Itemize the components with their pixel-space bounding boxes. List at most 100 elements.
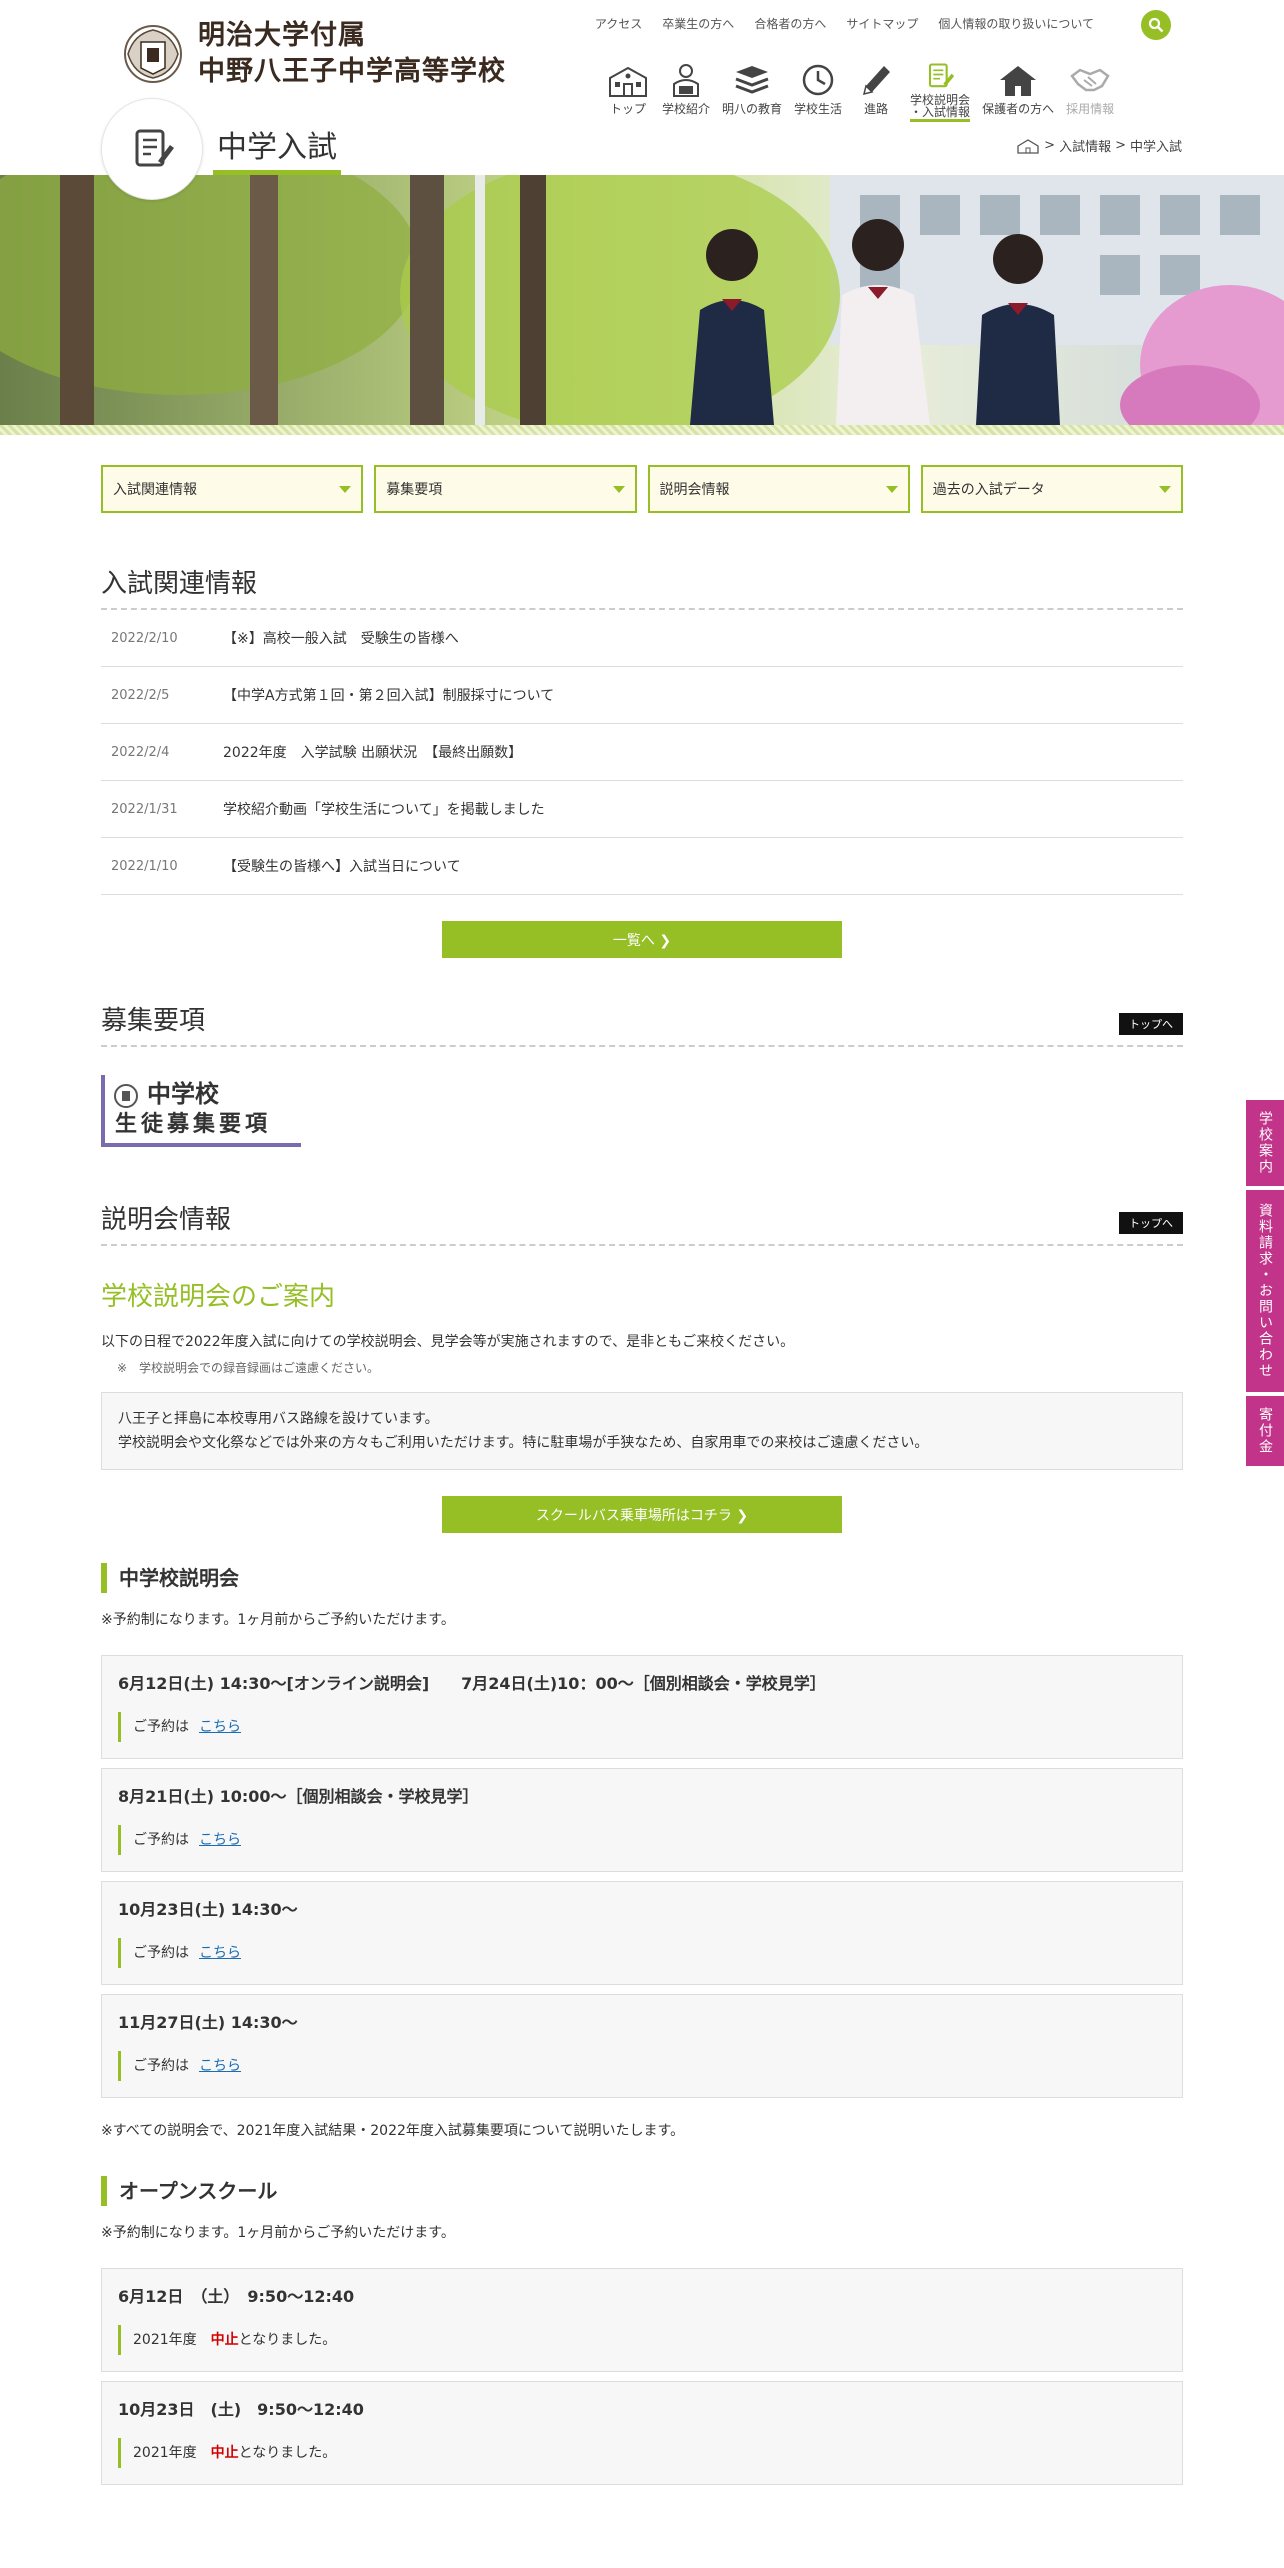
school-bus-button[interactable]: スクールバス乗車場所はコチラ ❯ [442, 1496, 842, 1533]
news-item[interactable]: 2022/2/5 【中学A方式第１回・第２回入試】制服採寸について [101, 667, 1183, 724]
utility-link-admitted[interactable]: 合格者の方へ [754, 14, 826, 34]
status-year: 2021年度 [133, 2445, 197, 2461]
page-title-badge [101, 98, 203, 200]
dropdown-exam-info[interactable]: 入試関連情報 [101, 465, 364, 513]
nav-label-top: トップ [609, 102, 646, 116]
utility-link-sitemap[interactable]: サイトマップ [846, 14, 918, 34]
hero-photo [0, 175, 1284, 425]
section-title: 募集要項 [101, 1006, 206, 1036]
briefing-footnote: ※すべての説明会で、2021年度入試結果・2022年度入試募集要項について説明い… [101, 2123, 685, 2139]
nav-item-recruit[interactable]: 採用情報 [1060, 62, 1120, 118]
status-cancelled: 中止 [210, 2445, 239, 2461]
triangle-down-icon [885, 485, 898, 493]
dropdown-briefing[interactable]: 説明会情報 [647, 465, 910, 513]
banner-line2: 生徒募集要項 [115, 1111, 272, 1137]
dropdown-past-data[interactable]: 過去の入試データ [920, 465, 1183, 513]
nav-label-parents: 保護者の方へ [982, 102, 1055, 116]
dropdown-label: 募集要項 [386, 482, 443, 498]
search-button[interactable] [1141, 10, 1171, 40]
briefing-intro: 以下の日程で2022年度入試に向けての学校説明会、見学会等が実施されますので、是… [101, 1334, 795, 1350]
nav-label-career: 進路 [864, 102, 889, 116]
home-breadcrumb-icon[interactable] [1016, 138, 1040, 154]
breadcrumb-sep: > [1115, 138, 1126, 153]
nav-item-school-life[interactable]: 学校生活 [788, 62, 848, 118]
utility-links: アクセス 卒業生の方へ 合格者の方へ サイトマップ 個人情報の取り扱いについて [595, 14, 1094, 34]
logo-line2: 中野八王子中学高等学校 [198, 56, 506, 87]
handshake-icon [1070, 68, 1110, 92]
back-to-top-button[interactable]: トップへ [1119, 1013, 1183, 1035]
news-item[interactable]: 2022/2/4 2022年度 入学試験 出願状況 【最終出願数】 [101, 724, 1183, 781]
nav-item-education[interactable]: 明八の教育 [716, 62, 788, 118]
event-title: 10月23日 (土) 9:50～12:40 [118, 2400, 364, 2419]
side-tabs: 学校案内 資料請求・お問い合わせ 寄付金 [1246, 1100, 1284, 1466]
utility-link-access[interactable]: アクセス [595, 14, 642, 34]
news-date: 2022/2/10 [111, 630, 178, 646]
breadcrumb-level1[interactable]: 入試情報 [1059, 136, 1111, 155]
breadcrumb: > 入試情報 > 中学入試 [1016, 136, 1182, 155]
utility-link-alumni[interactable]: 卒業生の方へ [662, 14, 734, 34]
briefing-event-card: 6月12日(土) 14:30～[オンライン説明会] 7月24日(土)10：00～… [101, 1655, 1183, 1759]
student-reading-icon [673, 64, 699, 97]
news-title[interactable]: 【受験生の皆様へ】入試当日について [223, 856, 461, 876]
dropdown-label: 入試関連情報 [113, 482, 197, 498]
briefing-subheading: 学校説明会のご案内 [101, 1282, 336, 1312]
books-icon [735, 66, 769, 94]
news-item[interactable]: 2022/2/10 【※】高校一般入試 受験生の皆様へ [101, 610, 1183, 667]
event-title: 8月21日(土) 10:00～［個別相談会・学校見学］ [118, 1787, 479, 1806]
section-heading-briefing: 説明会情報 トップへ [101, 1199, 1183, 1246]
section-title: 説明会情報 [101, 1205, 232, 1235]
event-title: 10月23日(土) 14:30～ [118, 1900, 298, 1919]
news-item[interactable]: 2022/1/10 【受験生の皆様へ】入試当日について [101, 838, 1183, 895]
nav-item-about[interactable]: 学校紹介 [656, 62, 716, 118]
utility-link-privacy[interactable]: 個人情報の取り扱いについて [938, 14, 1094, 34]
nav-label-education: 明八の教育 [722, 102, 783, 116]
reservation-label: ご予約は [133, 1945, 189, 1961]
briefing-event-card: 10月23日(土) 14:30～ ご予約は こちら [101, 1881, 1183, 1985]
side-tab-school-guide[interactable]: 学校案内 [1246, 1100, 1284, 1186]
reservation-link[interactable]: こちら [199, 1945, 241, 1961]
news-date: 2022/2/4 [111, 744, 170, 760]
news-date: 2022/1/10 [111, 858, 178, 874]
reservation-row: ご予約は こちら [118, 1825, 1166, 1855]
nav-label-school-life: 学校生活 [794, 102, 843, 116]
nav-item-parents[interactable]: 保護者の方へ [976, 62, 1060, 118]
news-title[interactable]: 2022年度 入学試験 出願状況 【最終出願数】 [223, 742, 522, 762]
clock-icon [802, 64, 834, 96]
breadcrumb-current: 中学入試 [1129, 140, 1182, 155]
briefing-event-card: 11月27日(土) 14:30～ ご予約は こちら [101, 1994, 1183, 2098]
news-title[interactable]: 【※】高校一般入試 受験生の皆様へ [223, 628, 459, 648]
school-building-icon [609, 66, 647, 97]
page-title: 中学入試 [213, 122, 341, 176]
dropdown-label: 過去の入試データ [932, 482, 1045, 498]
guidelines-banner[interactable]: 中学校 生徒募集要項 [101, 1075, 301, 1147]
nav-item-career[interactable]: 進路 [848, 62, 904, 118]
event-title: 11月27日(土) 14:30～ [118, 2013, 298, 2032]
reservation-label: ご予約は [133, 1719, 189, 1735]
reservation-link[interactable]: こちら [199, 2058, 241, 2074]
side-tab-donation[interactable]: 寄付金 [1246, 1396, 1284, 1466]
reservation-link[interactable]: こちら [199, 1719, 241, 1735]
news-item[interactable]: 2022/1/31 学校紹介動画「学校生活について」を掲載しました [101, 781, 1183, 838]
news-title[interactable]: 【中学A方式第１回・第２回入試】制服採寸について [223, 685, 554, 705]
status-year: 2021年度 [133, 2332, 197, 2348]
nav-item-admissions[interactable]: 学校説明会 ・入試情報 [904, 62, 976, 122]
news-list-button[interactable]: 一覧へ ❯ [442, 921, 842, 958]
section-title: 入試関連情報 [101, 569, 258, 599]
back-to-top-button[interactable]: トップへ [1119, 1212, 1183, 1234]
status-suffix: となりました。 [238, 2445, 337, 2461]
dropdown-guidelines[interactable]: 募集要項 [374, 465, 637, 513]
side-tab-request-inquiry[interactable]: 資料請求・お問い合わせ [1246, 1190, 1284, 1392]
school-logo[interactable]: 明治大学付属 中野八王子中学高等学校 [114, 18, 506, 90]
nav-item-top[interactable]: トップ [600, 62, 656, 118]
triangle-down-icon [1159, 485, 1171, 493]
nav-label-about: 学校紹介 [662, 102, 711, 116]
search-icon [1148, 17, 1164, 33]
reservation-link[interactable]: こちら [199, 1832, 241, 1848]
open-school-event-card: 6月12日 （土） 9:50～12:40 2021年度 中止となりました。 [101, 2268, 1183, 2372]
news-title[interactable]: 学校紹介動画「学校生活について」を掲載しました [223, 799, 545, 819]
junior-briefing-heading: 中学校説明会 [101, 1563, 1183, 1593]
bus-info-box: 八王子と拝島に本校専用バス路線を設けています。 学校説明会や文化祭などでは外来の… [101, 1392, 1183, 1470]
open-school-event-card: 10月23日 (土) 9:50～12:40 2021年度 中止となりました。 [101, 2381, 1183, 2485]
home-icon [1000, 66, 1037, 96]
status-suffix: となりました。 [238, 2332, 337, 2348]
